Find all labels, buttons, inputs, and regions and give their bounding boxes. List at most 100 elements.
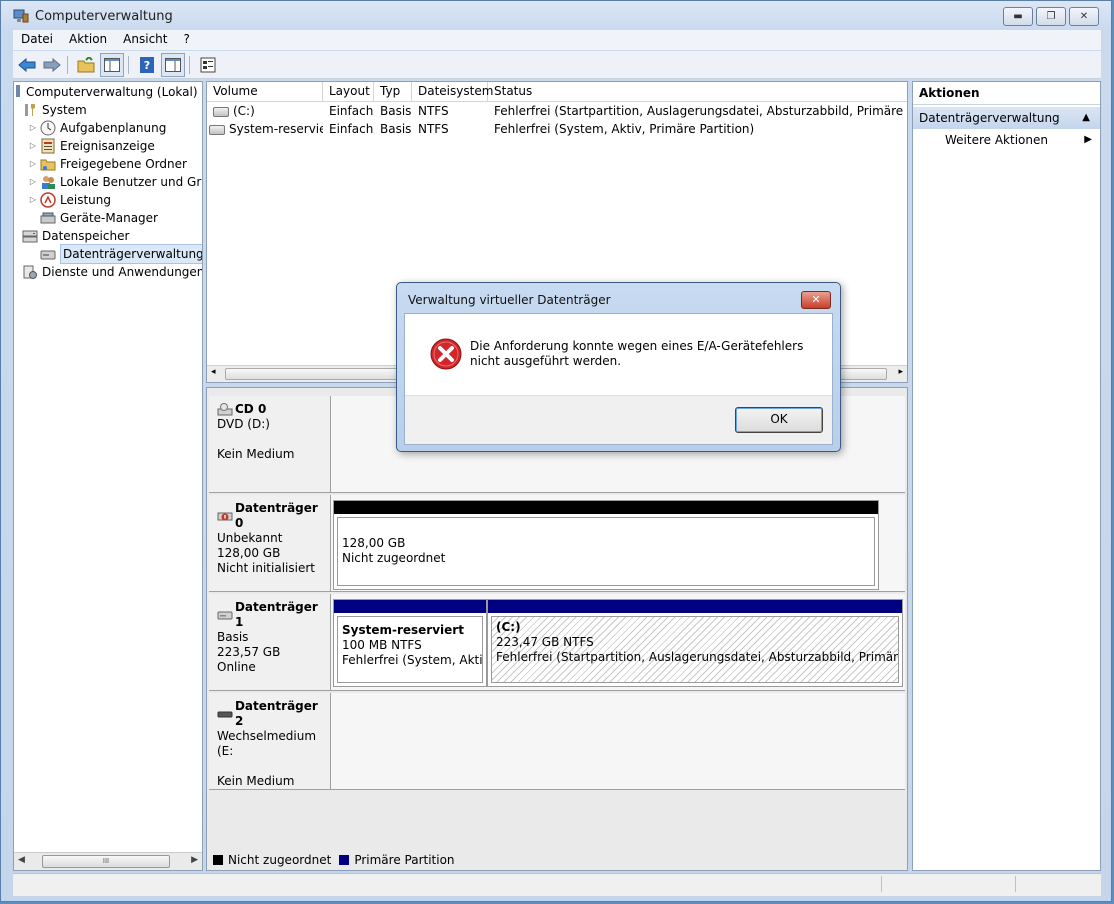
toolbar: ? <box>13 51 1101 79</box>
tree-item-aufgabenplanung[interactable]: ▷ Aufgabenplanung <box>28 119 166 137</box>
partition-status: Fehlerfrei (System, Aktiv, P <box>342 653 483 667</box>
expand-icon[interactable]: ▷ <box>28 173 38 191</box>
dialog-title: Verwaltung virtueller Datenträger <box>408 293 611 307</box>
ok-button[interactable]: OK <box>735 407 823 433</box>
tree-item-leistung[interactable]: ▷ Leistung <box>28 191 111 209</box>
close-icon: ✕ <box>811 293 821 306</box>
drive-icon <box>213 106 229 117</box>
column-header-dateisystem[interactable]: Dateisystem <box>412 82 493 101</box>
disk-type: DVD (D:) <box>217 417 270 431</box>
scroll-right-icon[interactable]: ▶ <box>191 855 198 865</box>
column-header-layout[interactable]: Layout <box>323 82 374 101</box>
filesystem-cell: NTFS <box>418 104 449 118</box>
disk-type: Basis <box>217 630 249 644</box>
status-segment <box>1015 876 1016 892</box>
removable-disk-icon <box>217 711 233 718</box>
scroll-left-icon[interactable]: ◂ <box>211 367 216 377</box>
dialog-footer: OK <box>405 395 832 444</box>
disk-label-disk1[interactable]: Datenträger 1 Basis 223,57 GB Online <box>209 594 331 691</box>
column-header-status[interactable]: Status <box>488 82 907 101</box>
volume-name: System-reserviert <box>229 122 323 136</box>
legend-label-primary: Primäre Partition <box>354 853 455 867</box>
status-cell: Fehlerfrei (System, Aktiv, Primäre Parti… <box>494 122 755 136</box>
expand-icon[interactable]: ▷ <box>28 137 38 155</box>
scroll-left-icon[interactable]: ◀ <box>18 855 25 865</box>
tools-icon <box>22 102 38 118</box>
disk-area-disk0: 128,00 GB Nicht zugeordnet <box>331 495 905 592</box>
menu-datei[interactable]: Datei <box>13 30 61 50</box>
partition-system-reserved[interactable]: System-reserviert 100 MB NTFS Fehlerfrei… <box>333 599 487 687</box>
disk-status: Kein Medium <box>217 447 295 461</box>
volume-cell: System-reserviert <box>207 120 323 138</box>
tree-item-geraete-manager[interactable]: Geräte-Manager <box>40 209 158 227</box>
disk-status: Kein Medium <box>217 774 295 788</box>
type-cell: Basis <box>380 104 412 118</box>
action-weitere-aktionen[interactable]: Weitere Aktionen ▶ <box>913 129 1100 151</box>
column-header-typ[interactable]: Typ <box>374 82 412 101</box>
disk-label-cd0[interactable]: CD 0 DVD (D:) Kein Medium <box>209 396 331 493</box>
column-header-volume[interactable]: Volume <box>207 82 323 101</box>
actions-section-datentraegerverwaltung[interactable]: Datenträgerverwaltung ▲ <box>913 107 1100 129</box>
scroll-thumb[interactable]: III <box>42 855 170 868</box>
partition-info: (C:) 223,47 GB NTFS Fehlerfrei (Startpar… <box>491 616 899 683</box>
back-arrow-icon <box>18 57 36 72</box>
table-row[interactable]: (C:) Einfach Basis NTFS Fehlerfrei (Star… <box>207 102 907 120</box>
dialog-close-button[interactable]: ✕ <box>801 291 831 309</box>
show-hide-tree-button[interactable] <box>100 52 124 77</box>
show-hide-action-button[interactable] <box>161 52 185 77</box>
tree-item-freigegebene-ordner[interactable]: ▷ Freigegebene Ordner <box>28 155 187 173</box>
legend-swatch-primary <box>339 855 350 865</box>
disk-label-disk0[interactable]: Datenträger 0 Unbekannt 128,00 GB Nicht … <box>209 495 331 592</box>
menu-bar: Datei Aktion Ansicht ? <box>13 30 1101 50</box>
tree-item-datenspeicher[interactable]: Datenspeicher <box>22 227 129 245</box>
menu-aktion[interactable]: Aktion <box>61 30 115 50</box>
menu-ansicht[interactable]: Ansicht <box>115 30 175 50</box>
forward-arrow-icon <box>43 57 61 72</box>
hard-disk-icon <box>217 611 233 620</box>
partition-info: System-reserviert 100 MB NTFS Fehlerfrei… <box>337 616 483 683</box>
tree-item-ereignisanzeige[interactable]: ▷ Ereignisanzeige <box>28 137 155 155</box>
back-button[interactable] <box>16 54 38 76</box>
tree-item-root[interactable]: Computerverwaltung (Lokal) <box>16 83 198 101</box>
disk-management-icon <box>40 246 56 262</box>
properties-button[interactable] <box>197 54 219 76</box>
expand-icon[interactable]: ▷ <box>28 191 38 209</box>
toolbar-separator <box>189 55 190 74</box>
scroll-right-icon[interactable]: ▸ <box>898 367 903 377</box>
filesystem-cell: NTFS <box>418 122 449 136</box>
folder-up-icon <box>77 56 95 72</box>
expand-icon[interactable]: ▷ <box>28 155 38 173</box>
maximize-button[interactable]: ❐ <box>1036 7 1066 26</box>
layout-cell: Einfach <box>329 122 374 136</box>
partition-unallocated-disk0[interactable]: 128,00 GB Nicht zugeordnet <box>333 500 879 590</box>
menu-help[interactable]: ? <box>175 30 197 50</box>
partition-size: 223,47 GB NTFS <box>496 635 594 649</box>
partition-size: 100 MB NTFS <box>342 638 422 652</box>
collapse-up-icon[interactable]: ▲ <box>1082 107 1090 129</box>
forward-button[interactable] <box>41 54 63 76</box>
action-label: Weitere Aktionen <box>945 133 1048 147</box>
action-pane-icon <box>165 57 181 72</box>
partition-c-drive[interactable]: (C:) 223,47 GB NTFS Fehlerfrei (Startpar… <box>487 599 903 687</box>
tree-item-dienste[interactable]: Dienste und Anwendungen <box>22 263 202 281</box>
up-folder-button[interactable] <box>75 54 97 76</box>
close-button[interactable]: ✕ <box>1069 7 1099 26</box>
users-icon <box>40 174 56 190</box>
expand-icon[interactable]: ▷ <box>28 119 38 137</box>
disk-size: 223,57 GB <box>217 645 281 659</box>
disk-label-disk2[interactable]: Datenträger 2 Wechselmedium (E: Kein Med… <box>209 693 331 790</box>
tree-item-system[interactable]: System <box>22 101 87 119</box>
partition-name: (C:) <box>496 620 521 634</box>
console-tree: Computerverwaltung (Lokal) System ▷ Aufg… <box>13 81 203 871</box>
minimize-button[interactable]: ▬ <box>1003 7 1033 26</box>
disk-name: Datenträger 2 <box>234 699 318 728</box>
title-bar[interactable]: Computerverwaltung ▬ ❐ ✕ <box>1 1 1111 31</box>
volume-name: (C:) <box>233 104 255 118</box>
services-icon <box>22 264 38 280</box>
table-row[interactable]: System-reserviert Einfach Basis NTFS Feh… <box>207 120 907 138</box>
dialog-body: Die Anforderung konnte wegen eines E/A-G… <box>404 313 833 445</box>
tree-item-datentraegerverwaltung[interactable]: Datenträgerverwaltung <box>40 244 202 264</box>
tree-horizontal-scrollbar[interactable]: ◀ III ▶ <box>14 852 202 870</box>
tree-item-lokale-benutzer[interactable]: ▷ Lokale Benutzer und Grupp <box>28 173 202 191</box>
help-button[interactable]: ? <box>136 54 158 76</box>
